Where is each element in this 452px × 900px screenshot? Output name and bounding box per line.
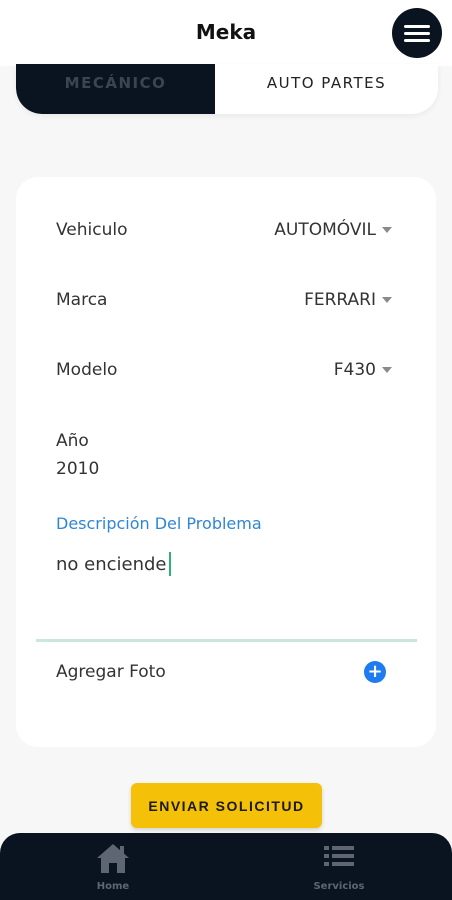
nav-item-servicios[interactable]: Servicios: [289, 841, 389, 899]
hamburger-menu-icon[interactable]: [392, 8, 442, 58]
agregar-foto-label: Agregar Foto: [56, 662, 166, 682]
descripcion-value: no enciende: [56, 553, 167, 575]
modelo-label: Modelo: [56, 360, 118, 380]
app-header: Meka: [0, 0, 452, 66]
marca-value: FERRARI: [304, 290, 376, 310]
segment-auto-partes[interactable]: AUTO PARTES: [215, 64, 438, 114]
segment-mecanico[interactable]: MECÁNICO: [16, 64, 215, 114]
text-cursor: [168, 552, 171, 576]
modelo-select[interactable]: F430: [334, 360, 392, 380]
modelo-value: F430: [333, 360, 376, 380]
ano-label: Año: [56, 431, 89, 451]
add-circle-icon[interactable]: +: [364, 661, 386, 683]
dropdown-caret-icon: [382, 227, 392, 233]
nav-label-home: Home: [96, 881, 130, 892]
descripcion-underline: [36, 639, 417, 642]
app-title: Meka: [195, 20, 257, 44]
ano-field[interactable]: 2010: [56, 459, 99, 479]
request-form-card: Vehiculo AUTOMÓVIL Marca FERRARI Modelo …: [16, 177, 436, 747]
marca-label: Marca: [56, 290, 108, 310]
descripcion-input[interactable]: no enciende: [56, 549, 396, 579]
modelo-row[interactable]: Modelo F430: [56, 355, 392, 385]
home-icon: [97, 844, 129, 873]
nav-label-servicios: Servicios: [313, 881, 365, 892]
descripcion-label: Descripción Del Problema: [56, 514, 262, 533]
nav-item-home[interactable]: Home: [63, 841, 163, 899]
marca-select[interactable]: FERRARI: [304, 290, 392, 310]
list-icon: [324, 846, 354, 866]
vehiculo-label: Vehiculo: [56, 220, 128, 240]
bottom-navigation: Home Servicios: [0, 833, 452, 900]
dropdown-caret-icon: [382, 297, 392, 303]
dropdown-caret-icon: [382, 367, 392, 373]
marca-row[interactable]: Marca FERRARI: [56, 285, 392, 315]
agregar-foto-row[interactable]: Agregar Foto +: [56, 657, 386, 687]
vehiculo-select[interactable]: AUTOMÓVIL: [274, 220, 392, 240]
service-type-segment: MECÁNICO AUTO PARTES: [16, 64, 438, 114]
vehiculo-value: AUTOMÓVIL: [274, 220, 376, 240]
enviar-solicitud-button[interactable]: ENVIAR SOLICITUD: [131, 783, 322, 828]
vehiculo-row[interactable]: Vehiculo AUTOMÓVIL: [56, 215, 392, 245]
